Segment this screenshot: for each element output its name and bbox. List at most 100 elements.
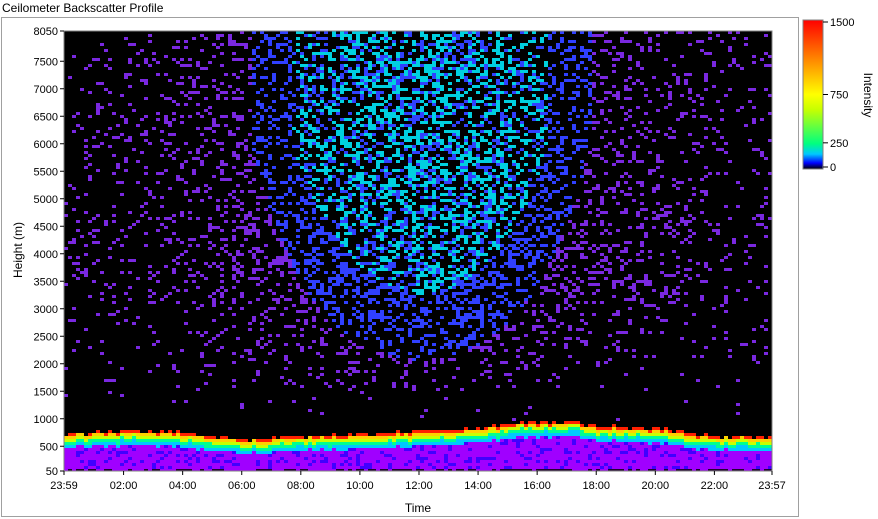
heatmap-cell <box>172 445 176 448</box>
heatmap-cell <box>276 220 280 223</box>
heatmap-cell <box>488 448 492 451</box>
heatmap-cell <box>84 466 88 469</box>
heatmap-cell <box>452 46 456 49</box>
heatmap-cell <box>456 439 460 442</box>
heatmap-cell <box>116 163 120 166</box>
heatmap-cell <box>424 310 428 313</box>
heatmap-cell <box>328 109 332 112</box>
heatmap-cell <box>436 91 440 94</box>
heatmap-cell <box>136 460 140 463</box>
heatmap-cell <box>252 442 256 445</box>
heatmap-cell <box>432 358 436 361</box>
heatmap-cell <box>500 343 504 346</box>
heatmap-cell <box>392 454 396 457</box>
heatmap-cell <box>164 148 168 151</box>
heatmap-cell <box>436 442 440 445</box>
heatmap-cell <box>320 208 324 211</box>
heatmap-cell <box>456 457 460 460</box>
heatmap-cell <box>296 61 300 64</box>
heatmap-cell <box>248 67 252 70</box>
heatmap-cell <box>464 253 468 256</box>
heatmap-cell <box>344 370 348 373</box>
heatmap-cell <box>364 205 368 208</box>
heatmap-cell <box>300 133 304 136</box>
heatmap-cell <box>384 169 388 172</box>
heatmap-cell <box>128 136 132 139</box>
heatmap-cell <box>452 286 456 289</box>
heatmap-cell <box>296 115 300 118</box>
heatmap-cell <box>348 70 352 73</box>
heatmap-cell <box>396 133 400 136</box>
heatmap-cell <box>380 352 384 355</box>
heatmap-cell <box>192 190 196 193</box>
heatmap-cell <box>88 346 92 349</box>
heatmap-cell <box>384 58 388 61</box>
heatmap-cell <box>396 106 400 109</box>
heatmap-cell <box>184 457 188 460</box>
heatmap-cell <box>312 265 316 268</box>
heatmap-cell <box>320 283 324 286</box>
heatmap-cell <box>236 280 240 283</box>
heatmap-cell <box>308 124 312 127</box>
heatmap-cell <box>192 157 196 160</box>
heatmap-cell <box>328 139 332 142</box>
heatmap-cell <box>228 253 232 256</box>
heatmap-cell <box>316 154 320 157</box>
heatmap-cell <box>316 136 320 139</box>
heatmap-cell <box>360 172 364 175</box>
heatmap-cell <box>84 439 88 442</box>
heatmap-cell <box>344 460 348 463</box>
heatmap-cell <box>312 91 316 94</box>
heatmap-cell <box>408 295 412 298</box>
heatmap-cell <box>232 220 236 223</box>
heatmap-cell <box>404 166 408 169</box>
heatmap-cell <box>416 61 420 64</box>
heatmap-cell <box>212 319 216 322</box>
heatmap-cell <box>384 451 388 454</box>
heatmap-cell <box>360 313 364 316</box>
heatmap-cell <box>476 463 480 466</box>
heatmap-cell <box>244 466 248 469</box>
heatmap-cell <box>464 226 468 229</box>
heatmap-cell <box>408 211 412 214</box>
heatmap-cell <box>392 352 396 355</box>
heatmap-cell <box>432 133 436 136</box>
heatmap-cell <box>368 280 372 283</box>
heatmap-cell <box>108 91 112 94</box>
heatmap-cell <box>304 88 308 91</box>
heatmap-cell <box>460 448 464 451</box>
heatmap-cell <box>456 313 460 316</box>
heatmap-cell <box>404 73 408 76</box>
heatmap-cell <box>304 466 308 469</box>
heatmap-cell <box>284 238 288 241</box>
heatmap-cell <box>440 61 444 64</box>
heatmap-cell <box>468 217 472 220</box>
heatmap-cell <box>316 289 320 292</box>
heatmap-cell <box>388 226 392 229</box>
heatmap-cell <box>392 385 396 388</box>
heatmap-cell <box>480 82 484 85</box>
heatmap-cell <box>296 343 300 346</box>
heatmap-cell <box>372 112 376 115</box>
heatmap-cell <box>288 124 292 127</box>
heatmap-cell <box>192 238 196 241</box>
heatmap-cell <box>240 265 244 268</box>
heatmap-cell <box>408 331 412 334</box>
heatmap-cell <box>140 439 144 442</box>
heatmap-cell <box>272 79 276 82</box>
heatmap-cell <box>480 445 484 448</box>
heatmap-cell <box>336 442 340 445</box>
heatmap-cell <box>444 442 448 445</box>
heatmap-cell <box>300 385 304 388</box>
heatmap-cell <box>208 364 212 367</box>
heatmap-cell <box>132 433 136 436</box>
heatmap-cell <box>460 325 464 328</box>
heatmap-cell <box>104 463 108 466</box>
heatmap-cell <box>160 139 164 142</box>
heatmap-cell <box>492 241 496 244</box>
heatmap-cell <box>500 142 504 145</box>
heatmap-cell <box>404 247 408 250</box>
heatmap-cell <box>408 265 412 268</box>
heatmap-cell <box>432 463 436 466</box>
heatmap-cell <box>388 73 392 76</box>
